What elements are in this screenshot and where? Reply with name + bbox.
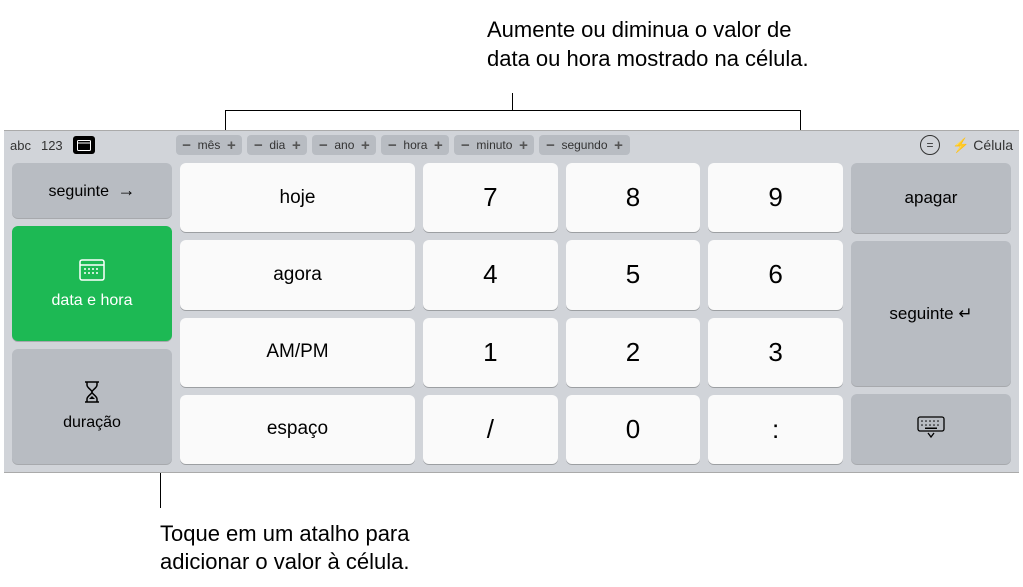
top-bar: abc 123 − mês + − dia + − ano + xyxy=(4,131,1019,159)
calendar-icon xyxy=(79,257,105,286)
key-9[interactable]: 9 xyxy=(708,163,843,232)
minus-icon[interactable]: − xyxy=(180,138,194,152)
cell-button[interactable]: ⚡ Célula xyxy=(952,137,1013,154)
stepper-label: ano xyxy=(334,138,354,152)
next-tab-button[interactable]: seguinte → xyxy=(12,163,172,218)
next-tab-label: seguinte xyxy=(49,183,110,200)
left-column: seguinte → data e hora duração xyxy=(12,163,172,464)
datetime-button[interactable]: data e hora xyxy=(12,226,172,341)
key-5[interactable]: 5 xyxy=(566,240,701,309)
mode-switch: abc 123 xyxy=(10,136,95,154)
mode-abc[interactable]: abc xyxy=(10,138,31,153)
key-8[interactable]: 8 xyxy=(566,163,701,232)
callout-line xyxy=(225,110,226,132)
today-key[interactable]: hoje xyxy=(180,163,415,232)
minus-icon[interactable]: − xyxy=(385,138,399,152)
minus-icon[interactable]: − xyxy=(316,138,330,152)
callout-line xyxy=(512,93,513,111)
plus-icon[interactable]: + xyxy=(224,138,238,152)
next-cell-label: seguinte xyxy=(889,304,953,323)
plus-icon[interactable]: + xyxy=(289,138,303,152)
minus-icon[interactable]: − xyxy=(543,138,557,152)
duration-label: duração xyxy=(63,414,121,432)
plus-icon[interactable]: + xyxy=(431,138,445,152)
cell-button-label: Célula xyxy=(973,137,1013,153)
arrow-right-icon: → xyxy=(117,180,135,200)
key-4[interactable]: 4 xyxy=(423,240,558,309)
minus-icon[interactable]: − xyxy=(458,138,472,152)
annotation-top: Aumente ou diminua o valor de data ou ho… xyxy=(487,16,827,73)
key-grid: seguinte → data e hora duração hoje agor… xyxy=(12,163,1011,464)
right-controls: = ⚡ Célula xyxy=(920,135,1013,155)
datetime-label: data e hora xyxy=(52,292,133,310)
key-2[interactable]: 2 xyxy=(566,318,701,387)
stepper-row: − mês + − dia + − ano + − hora + − minut xyxy=(176,135,630,155)
return-icon: ↵ xyxy=(958,304,972,323)
dismiss-keyboard-key[interactable] xyxy=(851,394,1011,464)
stepper-hora: − hora + xyxy=(381,135,449,155)
datetime-mode-icon[interactable] xyxy=(73,136,95,154)
callout-line xyxy=(800,110,801,132)
key-1[interactable]: 1 xyxy=(423,318,558,387)
key-7[interactable]: 7 xyxy=(423,163,558,232)
keyboard-panel: abc 123 − mês + − dia + − ano + xyxy=(4,130,1019,473)
shortcut-column: hoje agora AM/PM espaço xyxy=(180,163,415,464)
stepper-label: segundo xyxy=(561,138,607,152)
key-6[interactable]: 6 xyxy=(708,240,843,309)
numpad: 7 8 9 4 5 6 1 2 3 / 0 : xyxy=(423,163,843,464)
stepper-label: hora xyxy=(403,138,427,152)
plus-icon[interactable]: + xyxy=(612,138,626,152)
stepper-label: dia xyxy=(269,138,285,152)
next-cell-key[interactable]: seguinte ↵ xyxy=(851,241,1011,387)
right-column: apagar seguinte ↵ xyxy=(851,163,1011,464)
annotation-bottom: Toque em um atalho para adicionar o valo… xyxy=(160,520,500,577)
hourglass-icon xyxy=(83,381,101,408)
key-0[interactable]: 0 xyxy=(566,395,701,464)
formula-icon[interactable]: = xyxy=(920,135,940,155)
key-3[interactable]: 3 xyxy=(708,318,843,387)
stepper-ano: − ano + xyxy=(312,135,376,155)
keyboard-icon xyxy=(917,416,945,443)
now-key[interactable]: agora xyxy=(180,240,415,309)
stepper-label: minuto xyxy=(476,138,512,152)
plus-icon[interactable]: + xyxy=(516,138,530,152)
stepper-mes: − mês + xyxy=(176,135,243,155)
stepper-minuto: − minuto + xyxy=(454,135,534,155)
space-key[interactable]: espaço xyxy=(180,395,415,464)
mode-123[interactable]: 123 xyxy=(41,138,63,153)
center-area: hoje agora AM/PM espaço 7 8 9 4 5 6 1 2 … xyxy=(180,163,843,464)
plus-icon[interactable]: + xyxy=(358,138,372,152)
minus-icon[interactable]: − xyxy=(251,138,265,152)
stepper-label: mês xyxy=(198,138,221,152)
key-slash[interactable]: / xyxy=(423,395,558,464)
delete-key[interactable]: apagar xyxy=(851,163,1011,233)
duration-button[interactable]: duração xyxy=(12,349,172,464)
key-colon[interactable]: : xyxy=(708,395,843,464)
ampm-key[interactable]: AM/PM xyxy=(180,318,415,387)
stepper-dia: − dia + xyxy=(247,135,307,155)
stepper-segundo: − segundo + xyxy=(539,135,629,155)
